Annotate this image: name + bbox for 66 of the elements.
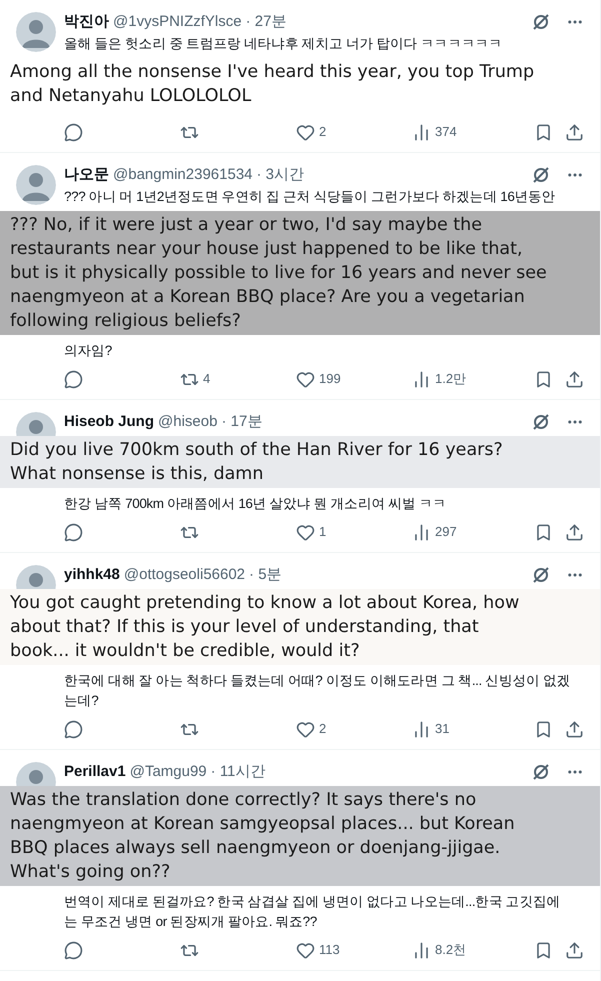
like-count: 199 <box>319 370 341 388</box>
like-icon[interactable] <box>296 720 315 738</box>
views-icon[interactable] <box>412 370 431 388</box>
user-handle[interactable]: @ottogseoli56602 <box>124 565 246 585</box>
post-text: 한강 남쪽 700km 아래쯤에서 16년 살았냐 뭔 개소리여 씨벌 ㅋㅋ <box>64 495 448 513</box>
view-count: 374 <box>435 123 457 142</box>
translation-overlay: Was the translation done correctly? It says there's no naengmyeon at Korean samgyeopsal places... but Korean BBQ places always sell naengmyeon or doenjang-jjigae. What's going on?? <box>0 786 600 886</box>
user-handle[interactable]: @1vysPNIZzfYlsce <box>113 12 242 32</box>
view-count: 297 <box>435 523 457 542</box>
like-icon[interactable] <box>296 522 315 542</box>
reply-icon[interactable] <box>64 940 83 960</box>
post-text: 의자임? <box>64 342 113 360</box>
like-count: 1 <box>319 523 326 542</box>
share-icon[interactable] <box>565 940 584 960</box>
share-icon[interactable] <box>565 370 584 388</box>
reply-icon[interactable] <box>64 522 83 542</box>
translation-overlay: Did you live 700km south of the Han River for 16 years? What nonsense is this, damn <box>0 436 600 488</box>
bookmark-icon[interactable] <box>534 122 553 142</box>
post-time[interactable]: · 27분 <box>246 12 286 32</box>
slashed-circle-icon[interactable] <box>532 763 550 781</box>
slashed-circle-icon[interactable] <box>532 13 550 31</box>
post-text: 올해 들은 헛소리 중 트럼프랑 네타냐후 제치고 너가 탑이다 ㅋㅋㅋㅋㅋㅋ <box>64 35 504 53</box>
reply-icon[interactable] <box>64 720 83 738</box>
slashed-circle-icon[interactable] <box>532 566 550 584</box>
post-text: 한국에 대해 잘 아는 척하다 들켰는데 어때? 이정도 이해도라면 그 책... 신빙성이 없겠 는데? <box>64 672 572 710</box>
translation-overlay: ??? No, if it were just a year or two, I'd say maybe the restaurants near your house just happened to be like that, but is it physically possible to live for 16 years and never see naengmyeon at a Korean BBQ place? Are you a vegetarian following religious beliefs? <box>0 211 600 335</box>
like-count: 113 <box>319 941 340 960</box>
share-icon[interactable] <box>565 122 584 142</box>
views-icon[interactable] <box>412 122 431 142</box>
user-handle[interactable]: @bangmin23961534 <box>113 165 253 185</box>
share-icon[interactable] <box>565 720 584 738</box>
post-time[interactable]: · 3시간 <box>256 165 304 185</box>
user-name[interactable]: yihhk48 <box>64 565 120 585</box>
translation-overlay: You got caught pretending to know a lot about Korea, how about that? If this is your level of understanding, that book... it wouldn't be credible, would it? <box>0 589 600 665</box>
bookmark-icon[interactable] <box>534 370 553 388</box>
user-name[interactable]: 박진아 <box>64 12 109 32</box>
post-time[interactable]: · 5분 <box>249 565 282 585</box>
reply-icon[interactable] <box>64 370 83 388</box>
like-count: 2 <box>319 720 326 738</box>
user-name[interactable]: 나오문 <box>64 165 109 185</box>
post-text: ??? 아니 머 1년2년정도면 우연히 집 근처 식당들이 그런가보다 하겠는데 16년동안 <box>64 188 556 206</box>
bookmark-icon[interactable] <box>534 522 553 542</box>
view-count: 31 <box>435 720 450 738</box>
post-text: 번역이 제대로 된걸까요? 한국 삼겹살 집에 냉면이 없다고 나오는데...한국 고깃집에 는 무조건 냉면 or 된장찌개 팔아요. 뭐죠?? <box>64 893 562 931</box>
bookmark-icon[interactable] <box>534 720 553 738</box>
view-count: 1.2만 <box>435 370 466 388</box>
user-handle[interactable]: @hiseob <box>158 412 218 432</box>
share-icon[interactable] <box>565 522 584 542</box>
like-icon[interactable] <box>296 940 315 960</box>
user-name[interactable]: Perillav1 <box>64 762 126 782</box>
like-icon[interactable] <box>296 122 315 142</box>
slashed-circle-icon[interactable] <box>532 413 550 431</box>
post-time[interactable]: · 17분 <box>221 412 262 432</box>
like-count: 2 <box>319 123 326 142</box>
slashed-circle-icon[interactable] <box>532 166 550 184</box>
reply-icon[interactable] <box>64 122 83 142</box>
views-icon[interactable] <box>412 522 431 542</box>
post-time[interactable]: · 11시간 <box>210 762 266 782</box>
view-count: 8.2천 <box>435 941 466 960</box>
bookmark-icon[interactable] <box>534 940 553 960</box>
user-handle[interactable]: @Tamgu99 <box>130 762 207 782</box>
repost-count: 4 <box>203 370 210 388</box>
views-icon[interactable] <box>412 720 431 738</box>
user-name[interactable]: Hiseob Jung <box>64 412 154 432</box>
views-icon[interactable] <box>412 940 431 960</box>
like-icon[interactable] <box>296 370 315 388</box>
